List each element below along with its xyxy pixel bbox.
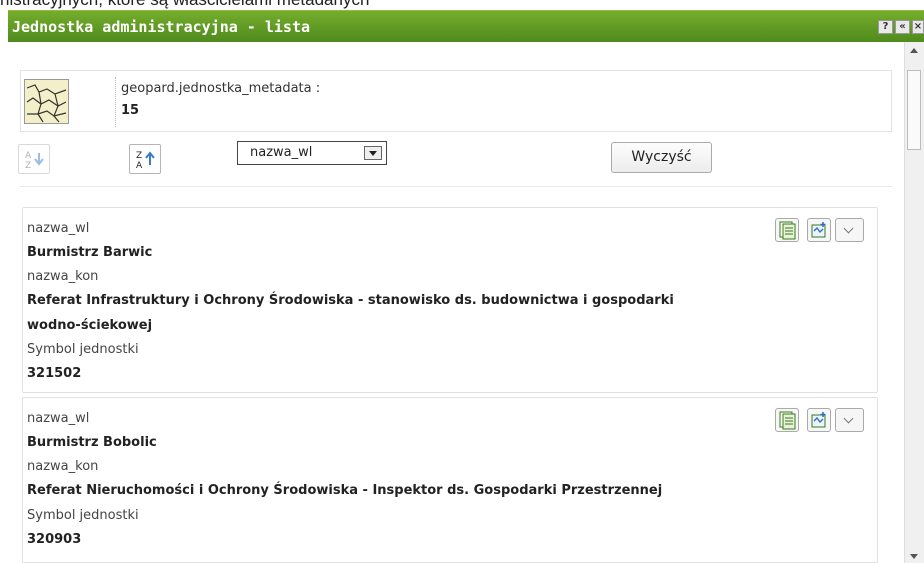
metadata-info-box: geopard.jednostka_metadata : 15 — [20, 70, 892, 132]
panel-titlebar: Jednostka administracyjna - lista ? « × — [8, 10, 924, 42]
scrollbar-thumb[interactable] — [907, 70, 921, 150]
record-field-label: nazwa_kon — [27, 269, 99, 284]
page-intro-text: nistracyjnych, które są właścicielami me… — [0, 0, 369, 10]
record-field-value: Burmistrz Barwic — [27, 245, 153, 260]
svg-text:Z: Z — [25, 161, 31, 171]
record-field-value: Burmistrz Bobolic — [27, 435, 157, 450]
svg-text:A: A — [25, 151, 32, 161]
help-icon[interactable]: ? — [878, 20, 893, 34]
sort-descending-button[interactable]: Z A — [129, 144, 161, 174]
record-field-value: wodno-ściekowej — [27, 318, 153, 333]
map-thumbnail — [24, 79, 69, 124]
record-field-label: Symbol jednostki — [27, 342, 139, 357]
record-field-value: Referat Nieruchomości i Ochrony Środowis… — [27, 483, 663, 498]
metadata-separator — [115, 77, 117, 127]
toolbar-divider — [20, 186, 892, 187]
dropdown-arrow-icon[interactable] — [364, 146, 382, 160]
sort-field-value: nazwa_wl — [250, 145, 313, 160]
record-field-value: Referat Infrastruktury i Ochrony Środowi… — [27, 293, 674, 308]
record-field-value: 321502 — [27, 366, 82, 381]
document-list-icon — [779, 411, 796, 430]
metadata-count: 15 — [121, 103, 140, 118]
close-icon[interactable]: × — [912, 20, 924, 34]
list-panel: geopard.jednostka_metadata : 15 A Z Z A … — [8, 42, 904, 563]
sort-field-select[interactable]: nazwa_wl — [237, 141, 387, 165]
sort-ascending-icon: A Z — [25, 151, 44, 171]
metadata-name: geopard.jednostka_metadata : — [121, 81, 321, 96]
collapse-icon[interactable]: « — [895, 20, 910, 34]
panel-title: Jednostka administracyjna - lista — [12, 18, 311, 36]
map-edit-icon — [811, 222, 826, 238]
sort-ascending-button[interactable]: A Z — [18, 144, 50, 174]
record-field-label: nazwa_kon — [27, 459, 99, 474]
clear-button[interactable]: Wyczyść — [611, 142, 712, 173]
svg-text:A: A — [136, 161, 143, 171]
details-button[interactable] — [775, 408, 799, 432]
record-field-label: nazwa_wl — [27, 411, 90, 426]
vertical-scrollbar[interactable] — [904, 42, 924, 563]
record-field-label: nazwa_wl — [27, 221, 90, 236]
map-edit-button[interactable] — [807, 408, 831, 432]
details-button[interactable] — [775, 218, 799, 242]
record-card: nazwa_wl Burmistrz Barwic nazwa_kon Refe… — [22, 207, 878, 393]
record-field-label: Symbol jednostki — [27, 508, 139, 523]
map-edit-icon — [811, 412, 826, 428]
sort-descending-icon: Z A — [136, 151, 155, 171]
expand-record-button[interactable] — [835, 218, 864, 242]
scroll-down-icon[interactable] — [910, 554, 918, 559]
scroll-up-icon[interactable] — [910, 48, 918, 53]
map-edit-button[interactable] — [807, 218, 831, 242]
svg-text:Z: Z — [136, 151, 142, 161]
document-list-icon — [779, 221, 796, 240]
record-field-value: 320903 — [27, 532, 82, 547]
expand-record-button[interactable] — [835, 408, 864, 432]
record-card: nazwa_wl Burmistrz Bobolic nazwa_kon Ref… — [22, 397, 878, 563]
